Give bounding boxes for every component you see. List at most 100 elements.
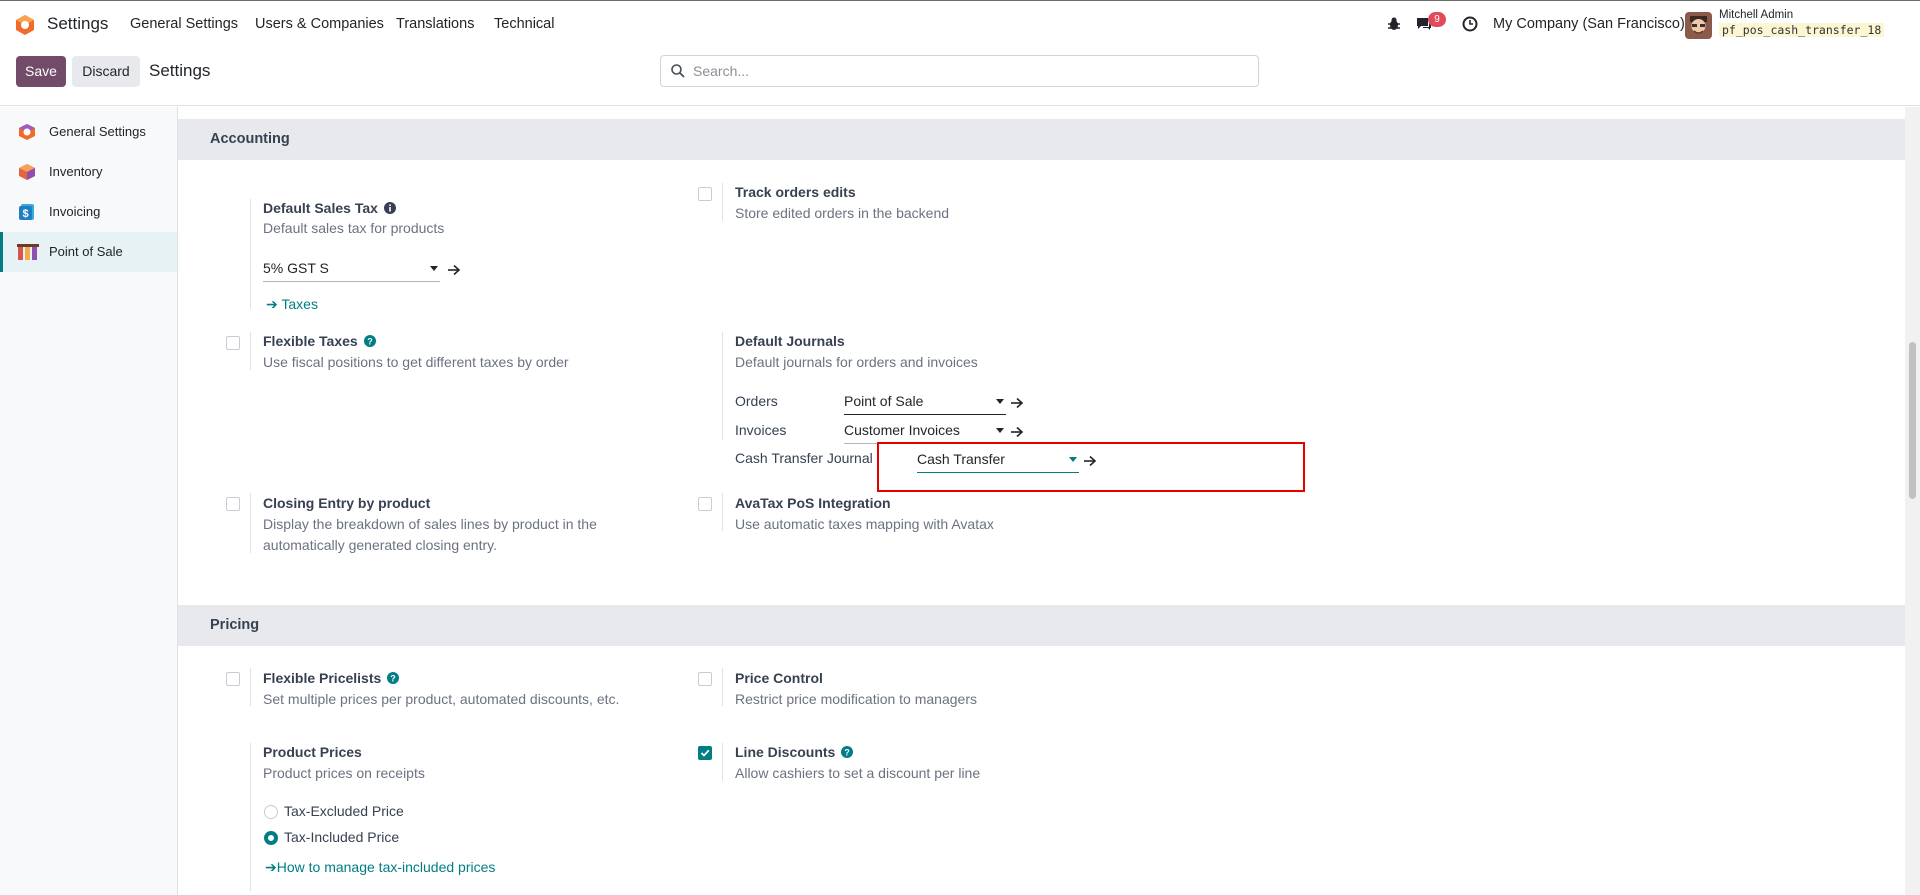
- flexible-taxes-title: Flexible Taxes?: [263, 333, 376, 349]
- closing-entry-checkbox[interactable]: [226, 497, 240, 511]
- track-orders-desc: Store edited orders in the backend: [735, 205, 950, 221]
- default-sales-tax-title: Default Sales Tax: [263, 200, 396, 216]
- section-header-pricing: Pricing: [178, 605, 1905, 646]
- settings-content: Accounting Default Sales Tax Default sal…: [178, 107, 1920, 895]
- sidebar-item-point-of-sale[interactable]: Point of Sale: [0, 232, 177, 272]
- closing-entry-desc-line1: Display the breakdown of sales lines by …: [263, 516, 597, 532]
- help-icon[interactable]: ?: [387, 672, 400, 684]
- closing-entry-title: Closing Entry by product: [263, 495, 431, 511]
- tax-included-label[interactable]: Tax-Included Price: [284, 829, 399, 845]
- help-icon[interactable]: ?: [841, 746, 854, 758]
- search-input[interactable]: [693, 60, 1243, 82]
- flexible-pricelists-checkbox[interactable]: [226, 672, 240, 686]
- sidebar-item-inventory[interactable]: Inventory: [0, 152, 177, 192]
- default-sales-tax-desc: Default sales tax for products: [263, 220, 445, 236]
- sidebar-item-label: Point of Sale: [49, 244, 123, 259]
- odoo-logo-icon[interactable]: [15, 14, 35, 36]
- price-control-checkbox[interactable]: [698, 672, 712, 686]
- tax-included-help-link[interactable]: ➔How to manage tax-included prices: [265, 859, 495, 876]
- line-discounts-title: Line Discounts?: [735, 744, 854, 760]
- arrow-right-icon[interactable]: [447, 264, 461, 276]
- cash-transfer-journal-label: Cash Transfer Journal: [735, 450, 873, 466]
- orders-label: Orders: [735, 393, 778, 409]
- track-orders-checkbox[interactable]: [698, 187, 712, 201]
- scrollbar-thumb[interactable]: [1909, 342, 1916, 499]
- chevron-down-icon: [1069, 457, 1077, 462]
- setting-divider: [250, 743, 251, 891]
- sidebar-item-general-settings[interactable]: General Settings: [0, 112, 177, 152]
- setting-divider: [722, 493, 723, 531]
- help-icon[interactable]: ?: [363, 335, 376, 347]
- arrow-right-icon[interactable]: [1083, 455, 1097, 467]
- flexible-taxes-desc: Use fiscal positions to get different ta…: [263, 354, 569, 370]
- taxes-link[interactable]: ➔ Taxes: [266, 296, 318, 313]
- scrollbar[interactable]: [1905, 107, 1920, 895]
- price-control-title: Price Control: [735, 670, 823, 686]
- orders-journal-value: Point of Sale: [844, 393, 924, 409]
- flexible-pricelists-title: Flexible Pricelists?: [263, 670, 400, 686]
- avatar-icon: [1685, 12, 1712, 39]
- save-button[interactable]: Save: [16, 56, 66, 87]
- sidebar-item-invoicing[interactable]: $ Invoicing: [0, 192, 177, 232]
- company-switcher[interactable]: My Company (San Francisco): [1493, 16, 1685, 32]
- setting-divider: [722, 332, 723, 440]
- section-header-accounting: Accounting: [178, 119, 1905, 160]
- menu-translations[interactable]: Translations: [396, 16, 474, 32]
- search-bar[interactable]: [660, 55, 1259, 87]
- tax-excluded-label[interactable]: Tax-Excluded Price: [284, 803, 404, 819]
- control-panel: Save Discard Settings: [0, 48, 1920, 106]
- default-sales-tax-select[interactable]: 5% GST S: [263, 260, 440, 282]
- tax-included-help-link-label: How to manage tax-included prices: [276, 859, 496, 875]
- default-journals-desc: Default journals for orders and invoices: [735, 354, 978, 370]
- line-discounts-checkbox[interactable]: [698, 746, 712, 760]
- menu-technical[interactable]: Technical: [494, 16, 554, 32]
- user-name[interactable]: Mitchell Admin: [1719, 9, 1793, 21]
- section-title: Accounting: [210, 131, 290, 147]
- flexible-taxes-checkbox[interactable]: [226, 336, 240, 350]
- tax-excluded-radio[interactable]: [264, 805, 278, 819]
- orders-journal-select[interactable]: Point of Sale: [844, 393, 1006, 415]
- sidebar-item-label: General Settings: [49, 124, 146, 139]
- breadcrumb-title: Settings: [149, 61, 211, 80]
- info-icon[interactable]: [383, 202, 396, 214]
- user-avatar[interactable]: [1685, 12, 1712, 39]
- setting-divider: [722, 743, 723, 781]
- default-sales-tax-value: 5% GST S: [263, 260, 329, 276]
- setting-divider: [250, 332, 251, 370]
- messages-badge: 9: [1428, 12, 1446, 27]
- sidebar-item-label: Invoicing: [49, 204, 101, 219]
- closing-entry-desc-line2: automatically generated closing entry.: [263, 537, 497, 553]
- invoicing-icon: $: [19, 204, 34, 220]
- invoices-journal-value: Customer Invoices: [844, 422, 960, 438]
- inventory-icon: [19, 164, 35, 180]
- product-prices-desc: Product prices on receipts: [263, 765, 425, 781]
- svg-text:?: ?: [845, 747, 851, 757]
- chevron-down-icon: [996, 428, 1004, 433]
- cash-transfer-journal-select[interactable]: Cash Transfer: [917, 451, 1079, 473]
- discard-button[interactable]: Discard: [72, 56, 140, 87]
- line-discounts-label: Line Discounts: [735, 744, 836, 760]
- arrow-right-icon[interactable]: [1010, 397, 1024, 409]
- arrow-right-icon[interactable]: [1010, 426, 1024, 438]
- price-control-desc: Restrict price modification to managers: [735, 691, 977, 707]
- tax-included-radio[interactable]: [264, 831, 278, 845]
- setting-divider: [250, 668, 251, 706]
- clock-icon[interactable]: [1462, 16, 1478, 32]
- svg-text:?: ?: [391, 673, 397, 683]
- line-discounts-desc: Allow cashiers to set a discount per lin…: [735, 765, 981, 781]
- invoices-journal-select[interactable]: Customer Invoices: [844, 422, 1006, 444]
- section-title: Pricing: [210, 617, 260, 633]
- cash-transfer-journal-value: Cash Transfer: [917, 451, 1005, 467]
- menu-users-companies[interactable]: Users & Companies: [255, 16, 384, 32]
- menu-general-settings[interactable]: General Settings: [130, 16, 238, 32]
- product-prices-title: Product Prices: [263, 744, 362, 760]
- app-brand[interactable]: Settings: [47, 14, 108, 34]
- bug-icon[interactable]: [1387, 16, 1401, 32]
- flexible-taxes-label: Flexible Taxes: [263, 333, 358, 349]
- setting-divider: [722, 183, 723, 221]
- avatax-checkbox[interactable]: [698, 497, 712, 511]
- flexible-pricelists-label: Flexible Pricelists: [263, 670, 382, 686]
- flexible-pricelists-desc: Set multiple prices per product, automat…: [263, 691, 620, 707]
- setting-divider: [250, 493, 251, 553]
- top-navbar: Settings General Settings Users & Compan…: [0, 0, 1920, 48]
